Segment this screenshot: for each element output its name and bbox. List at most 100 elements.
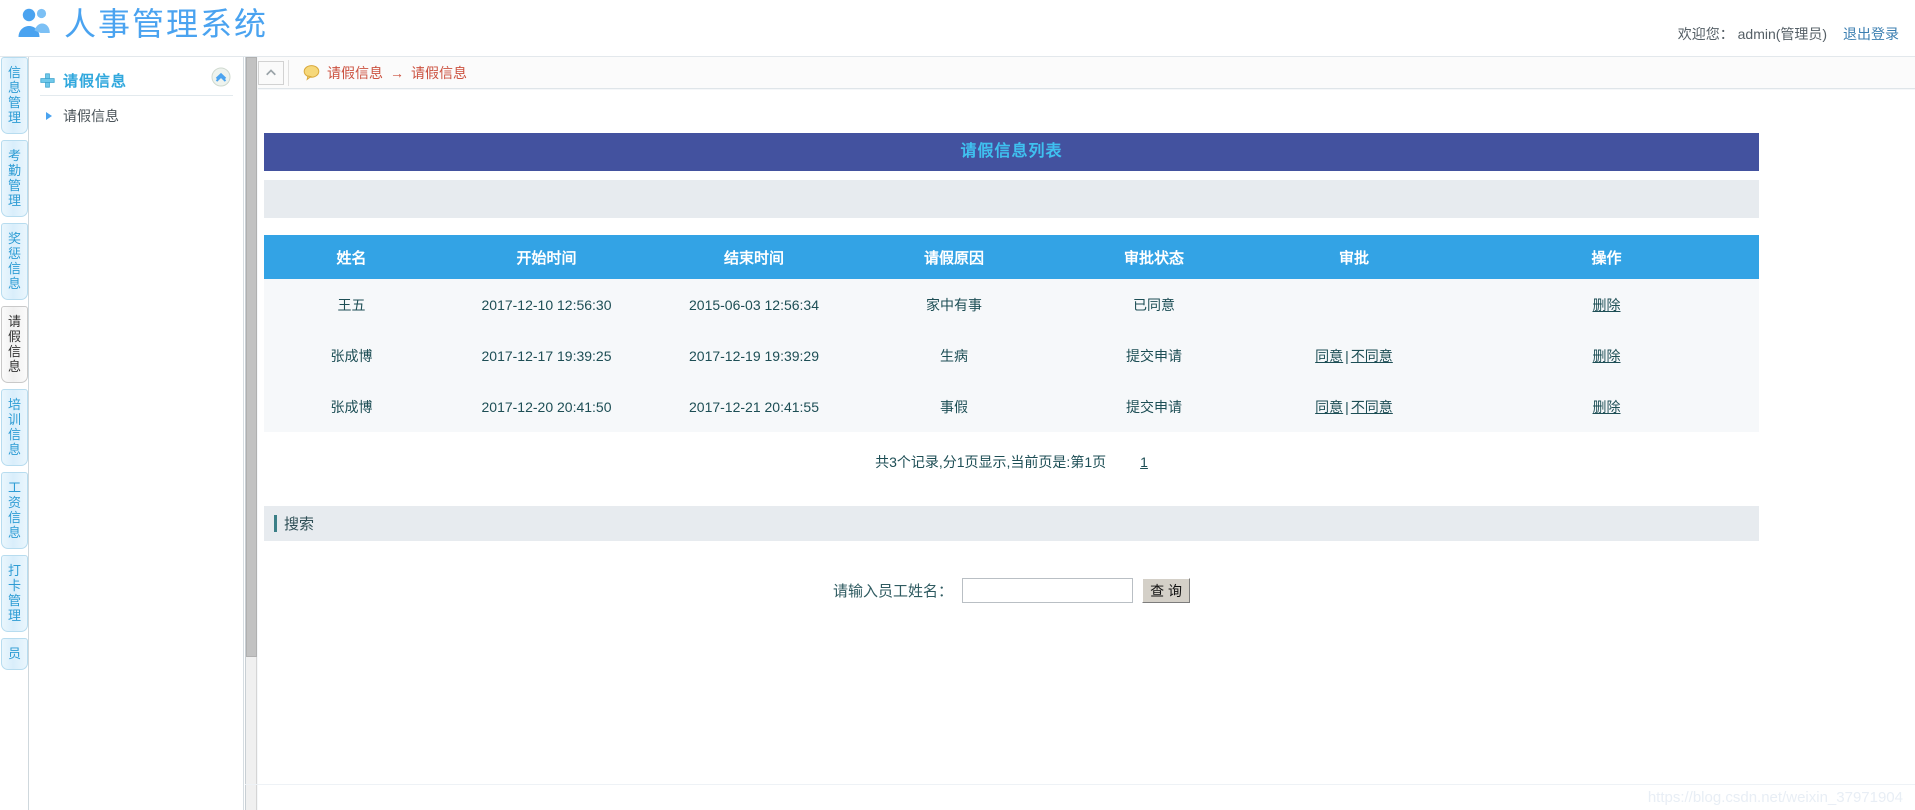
table-head: 姓名 开始时间 结束时间 请假原因 审批状态 审批 操作 bbox=[264, 235, 1759, 279]
approve-reject-link[interactable]: 不同意 bbox=[1351, 348, 1393, 364]
scrollbar-thumb[interactable] bbox=[246, 57, 257, 657]
cell-start-time: 2017-12-17 19:39:25 bbox=[439, 330, 654, 381]
toolbar-strip-inner bbox=[264, 180, 1759, 218]
pager-links: 1 bbox=[1140, 454, 1148, 470]
table-col-header-0: 姓名 bbox=[264, 235, 439, 279]
rail-tab-char: 信 bbox=[7, 261, 21, 276]
rail-tab-5[interactable]: 工资信息 bbox=[1, 472, 28, 549]
breadcrumb-separator: → bbox=[390, 64, 404, 81]
rail-tab-char: 工 bbox=[7, 480, 21, 495]
cell-reason: 家中有事 bbox=[854, 279, 1054, 330]
cell-operations: 删除 bbox=[1454, 330, 1759, 381]
approve-reject-link[interactable]: 不同意 bbox=[1351, 399, 1393, 415]
employee-name-input[interactable] bbox=[962, 578, 1134, 603]
rail-tab-char: 考 bbox=[7, 148, 21, 163]
plus-icon bbox=[40, 72, 55, 88]
sidebar-item-label: 请假信息 bbox=[63, 108, 119, 124]
rail-tab-char: 请 bbox=[7, 314, 21, 329]
rail-tab-char: 管 bbox=[7, 178, 21, 193]
cell-name: 张成博 bbox=[264, 381, 439, 432]
content-frame: 请假信息 → 请假信息 请假信息列表 姓名 开始时间 结束时间 请假原因 审批状态 审批操… bbox=[245, 57, 1915, 810]
cell-end-time: 2015-06-03 12:56:34 bbox=[654, 279, 854, 330]
cell-start-time: 2017-12-10 12:56:30 bbox=[439, 279, 654, 330]
toolbar-strip bbox=[264, 180, 1759, 218]
cell-start-time: 2017-12-20 20:41:50 bbox=[439, 381, 654, 432]
breadcrumb-bar: 请假信息 → 请假信息 bbox=[258, 57, 1915, 89]
rail-tab-char: 卡 bbox=[7, 578, 21, 593]
delete-link[interactable]: 删除 bbox=[1593, 297, 1621, 313]
rail-tab-2[interactable]: 奖惩信息 bbox=[1, 223, 28, 300]
table-col-header-2: 结束时间 bbox=[654, 235, 854, 279]
delete-link[interactable]: 删除 bbox=[1593, 348, 1621, 364]
content-scrollbar[interactable] bbox=[246, 57, 257, 810]
rail-tab-char: 息 bbox=[7, 276, 21, 291]
leave-records-table: 姓名 开始时间 结束时间 请假原因 审批状态 审批 操作 王五 2017-12-10 12:5… bbox=[264, 235, 1759, 432]
query-button[interactable]: 查 询 bbox=[1142, 578, 1190, 603]
approve-agree-link[interactable]: 同意 bbox=[1315, 348, 1343, 364]
sidebar-group-title: 请假信息 bbox=[63, 72, 128, 90]
rail-tab-3[interactable]: 请假信息 bbox=[1, 306, 28, 383]
table-header-row: 姓名 开始时间 结束时间 请假原因 审批状态 审批 操作 bbox=[264, 235, 1759, 279]
rail-tab-0[interactable]: 信息管理 bbox=[1, 57, 28, 134]
section-accent-bar bbox=[274, 515, 277, 532]
list-title-bar: 请假信息列表 bbox=[264, 133, 1759, 171]
rail-tab-char: 信 bbox=[7, 427, 21, 442]
page-link-1[interactable]: 1 bbox=[1140, 454, 1148, 470]
rail-tab-char: 理 bbox=[7, 193, 21, 208]
cell-approve bbox=[1254, 279, 1454, 330]
cell-name: 张成博 bbox=[264, 330, 439, 381]
search-section-header: 搜索 bbox=[264, 506, 1759, 541]
page-body: 请假信息列表 姓名 开始时间 结束时间 请假原因 审批状态 审批 操作 王五 2017-12-… bbox=[258, 90, 1915, 810]
rail-tab-char: 打 bbox=[7, 563, 21, 578]
pager: 共3个记录,分1页显示,当前页是:第1页 1 bbox=[264, 448, 1759, 476]
rail-tab-char: 理 bbox=[7, 110, 21, 125]
cell-name: 王五 bbox=[264, 279, 439, 330]
arrow-right-icon bbox=[46, 112, 52, 120]
rail-tab-char: 训 bbox=[7, 412, 21, 427]
table-row: 张成博 2017-12-17 19:39:25 2017-12-19 19:39:2… bbox=[264, 330, 1759, 381]
table-col-header-6: 操作 bbox=[1454, 235, 1759, 279]
vertical-tab-rail: 信息管理考勤管理奖惩信息请假信息培训信息工资信息打卡管理员 bbox=[0, 57, 29, 810]
rail-tab-7[interactable]: 员 bbox=[1, 638, 28, 670]
cell-approve: 同意 | 不同意 bbox=[1254, 381, 1454, 432]
cell-status: 已同意 bbox=[1054, 279, 1254, 330]
app-title: 人事管理系统 bbox=[64, 6, 269, 42]
table-col-header-5: 审批 bbox=[1254, 235, 1454, 279]
delete-link[interactable]: 删除 bbox=[1593, 399, 1621, 415]
rail-tab-char: 惩 bbox=[7, 246, 21, 261]
cell-status: 提交申请 bbox=[1054, 330, 1254, 381]
table-row: 张成博 2017-12-20 20:41:50 2017-12-21 20:41:5… bbox=[264, 381, 1759, 432]
chevron-up-circle-icon[interactable] bbox=[211, 67, 231, 87]
welcome-text: 欢迎您： admin(管理员) bbox=[1677, 26, 1828, 42]
cell-operations: 删除 bbox=[1454, 279, 1759, 330]
rail-tab-char: 员 bbox=[7, 646, 21, 661]
table-body: 王五 2017-12-10 12:56:30 2015-06-03 12:56:34… bbox=[264, 279, 1759, 432]
breadcrumb-parent[interactable]: 请假信息 bbox=[327, 63, 383, 83]
cell-approve: 同意 | 不同意 bbox=[1254, 330, 1454, 381]
approve-agree-link[interactable]: 同意 bbox=[1315, 399, 1343, 415]
rail-tab-char: 息 bbox=[7, 442, 21, 457]
chevron-up-icon[interactable] bbox=[258, 60, 284, 85]
sidebar-group-header: 请假信息 bbox=[40, 65, 233, 96]
breadcrumb-current: 请假信息 bbox=[411, 64, 467, 81]
search-section-label: 搜索 bbox=[284, 516, 315, 533]
rail-tab-char: 信 bbox=[7, 510, 21, 525]
bottom-divider bbox=[245, 784, 1915, 785]
pager-summary: 共3个记录,分1页显示,当前页是:第1页 bbox=[875, 454, 1107, 470]
table-row: 王五 2017-12-10 12:56:30 2015-06-03 12:56:34… bbox=[264, 279, 1759, 330]
app-header: 人事管理系统 欢迎您： admin(管理员) 退出登录 bbox=[0, 0, 1915, 57]
rail-tab-6[interactable]: 打卡管理 bbox=[1, 555, 28, 632]
rail-tab-char: 管 bbox=[7, 593, 21, 608]
rail-tab-char: 勤 bbox=[7, 163, 21, 178]
cell-reason: 事假 bbox=[854, 381, 1054, 432]
table-col-header-1: 开始时间 bbox=[439, 235, 654, 279]
rail-tab-char: 信 bbox=[7, 65, 21, 80]
logout-link[interactable]: 退出登录 bbox=[1843, 26, 1899, 42]
users-group-icon bbox=[18, 8, 50, 37]
rail-tab-4[interactable]: 培训信息 bbox=[1, 389, 28, 466]
rail-tab-char: 息 bbox=[7, 525, 21, 540]
search-form: 请输入员工姓名： 查 询 bbox=[264, 578, 1759, 603]
cell-end-time: 2017-12-21 20:41:55 bbox=[654, 381, 854, 432]
sidebar-item-0[interactable]: 请假信息 bbox=[30, 103, 243, 129]
rail-tab-1[interactable]: 考勤管理 bbox=[1, 140, 28, 217]
